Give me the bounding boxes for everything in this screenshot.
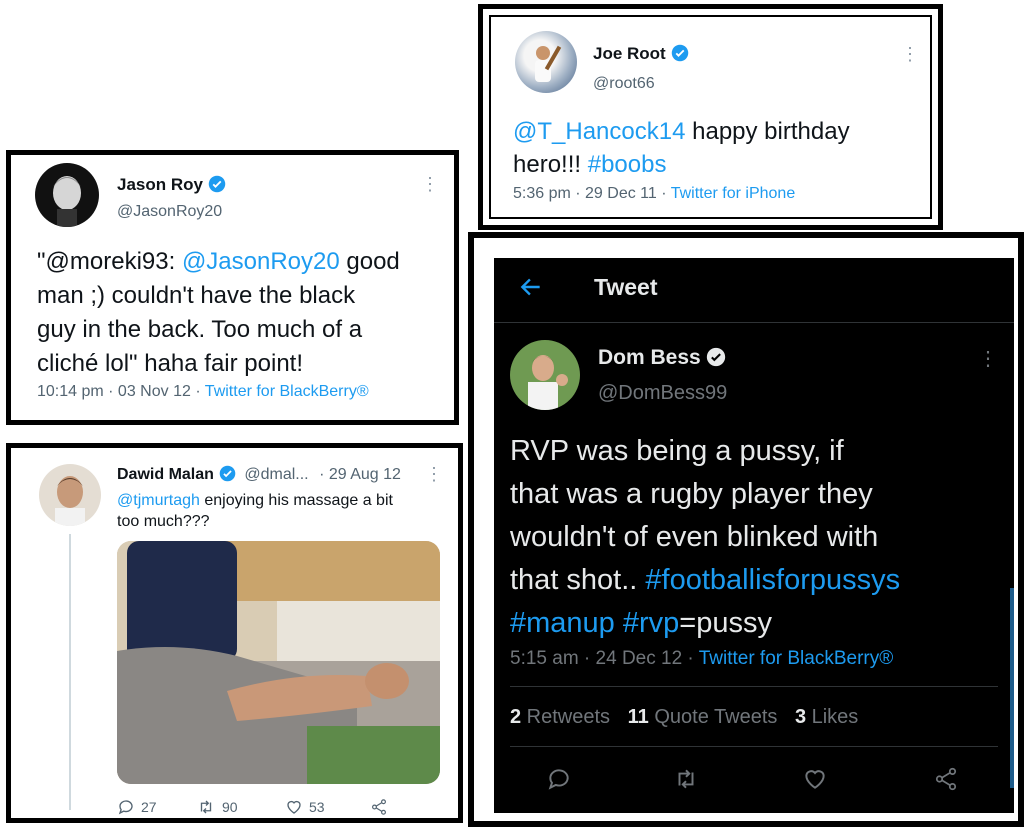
hashtag-link[interactable]: #boobs: [588, 151, 667, 178]
verified-badge-icon: [208, 175, 226, 193]
share-icon: [935, 767, 957, 791]
malan-tweet-text: @tjmurtagh enjoying his massage a bit to…: [117, 492, 393, 530]
retweets-stat[interactable]: 2 Retweets: [510, 706, 610, 728]
more-options-icon[interactable]: ⋮: [901, 45, 919, 63]
bess-tweet-text: RVP was being a pussy, if that was a rug…: [510, 435, 901, 639]
bess-avatar[interactable]: [510, 340, 580, 410]
more-options-icon[interactable]: ⋮: [425, 465, 443, 483]
retweet-icon: [678, 769, 694, 789]
root-tweet-text: @T_Hancock14 happy birthday hero!!! #boo…: [513, 118, 850, 178]
back-arrow-icon[interactable]: [518, 274, 544, 305]
heart-icon: [805, 770, 825, 789]
thread-line: [69, 534, 71, 810]
bess-name[interactable]: Dom Bess: [598, 346, 726, 370]
divider: [510, 746, 998, 747]
roy-tweet-text: "@moreki93: @JasonRoy20 good man ;) coul…: [37, 248, 400, 377]
malan-header: Dawid Malan @dmal... · 29 Aug 12: [117, 465, 401, 484]
reply-button[interactable]: [546, 766, 572, 797]
hashtag-link[interactable]: #footballisforpussys: [645, 564, 900, 596]
verified-badge-icon: [706, 347, 725, 367]
heart-icon: [287, 800, 301, 814]
bess-handle[interactable]: @DomBess99: [598, 382, 727, 405]
likes-stat[interactable]: 3 Likes: [795, 706, 858, 728]
share-icon: [372, 799, 386, 815]
root-name[interactable]: Joe Root: [593, 44, 689, 64]
client-link[interactable]: Twitter for BlackBerry®: [699, 648, 894, 669]
page-title: Tweet: [594, 274, 658, 300]
quote-tweets-stat[interactable]: 11 Quote Tweets: [628, 706, 778, 728]
mention-link[interactable]: @T_Hancock14: [513, 118, 685, 145]
malan-name[interactable]: Dawid Malan: [117, 466, 214, 483]
bess-timestamp: 5:15 am · 24 Dec 12 · Twitter for BlackB…: [510, 648, 894, 669]
like-button[interactable]: 53: [285, 798, 325, 816]
hashtag-link[interactable]: #rvp: [623, 607, 679, 639]
client-link[interactable]: Twitter for BlackBerry®: [205, 383, 369, 400]
more-options-icon[interactable]: ⋮: [421, 175, 439, 193]
malan-tweet-card: Dawid Malan @dmal... · 29 Aug 12 ⋮ @tjmu…: [6, 443, 463, 823]
retweet-button[interactable]: [672, 766, 700, 797]
hashtag-link[interactable]: #manup: [510, 607, 615, 639]
verified-badge-icon: [219, 465, 236, 482]
root-handle[interactable]: @root66: [593, 75, 655, 93]
roy-timestamp: 10:14 pm · 03 Nov 12 · Twitter for Black…: [37, 383, 369, 400]
root-avatar[interactable]: [515, 31, 577, 93]
roy-tweet-card: Jason Roy @JasonRoy20 ⋮ "@moreki93: @Jas…: [6, 150, 459, 425]
malan-handle[interactable]: @dmal...: [244, 466, 308, 483]
client-link[interactable]: Twitter for iPhone: [671, 185, 796, 202]
malan-date[interactable]: · 29 Aug 12: [319, 466, 401, 483]
retweet-button[interactable]: 90: [196, 798, 238, 816]
share-button[interactable]: [932, 766, 960, 797]
divider: [510, 686, 998, 687]
dark-tweet-view: Tweet Dom Bess @DomBess99 ⋮ RVP was bein…: [494, 258, 1014, 813]
more-options-icon[interactable]: ⋮: [978, 349, 998, 369]
scrollbar[interactable]: [1010, 588, 1014, 788]
reply-icon: [548, 769, 569, 790]
header-divider: [494, 322, 1014, 323]
malan-avatar[interactable]: [39, 464, 101, 526]
mention-link[interactable]: @tjmurtagh: [117, 492, 200, 509]
like-button[interactable]: [802, 766, 828, 797]
engagement-stats: 2 Retweets 11 Quote Tweets 3 Likes: [510, 706, 858, 729]
mention-link[interactable]: @JasonRoy20: [182, 248, 340, 275]
roy-avatar[interactable]: [35, 163, 99, 227]
tweet-photo[interactable]: [117, 541, 440, 784]
roy-name[interactable]: Jason Roy: [117, 175, 226, 195]
bess-tweet-card: Tweet Dom Bess @DomBess99 ⋮ RVP was bein…: [468, 232, 1024, 827]
roy-handle[interactable]: @JasonRoy20: [117, 203, 222, 221]
reply-icon: [118, 800, 133, 815]
share-button[interactable]: [369, 798, 389, 816]
retweet-icon: [200, 800, 212, 814]
root-tweet-card: Joe Root @root66 ⋮ @T_Hancock14 happy bi…: [478, 4, 943, 230]
root-timestamp: 5:36 pm · 29 Dec 11 · Twitter for iPhone: [513, 185, 796, 202]
reply-button[interactable]: 27: [117, 798, 157, 816]
verified-badge-icon: [671, 44, 688, 62]
